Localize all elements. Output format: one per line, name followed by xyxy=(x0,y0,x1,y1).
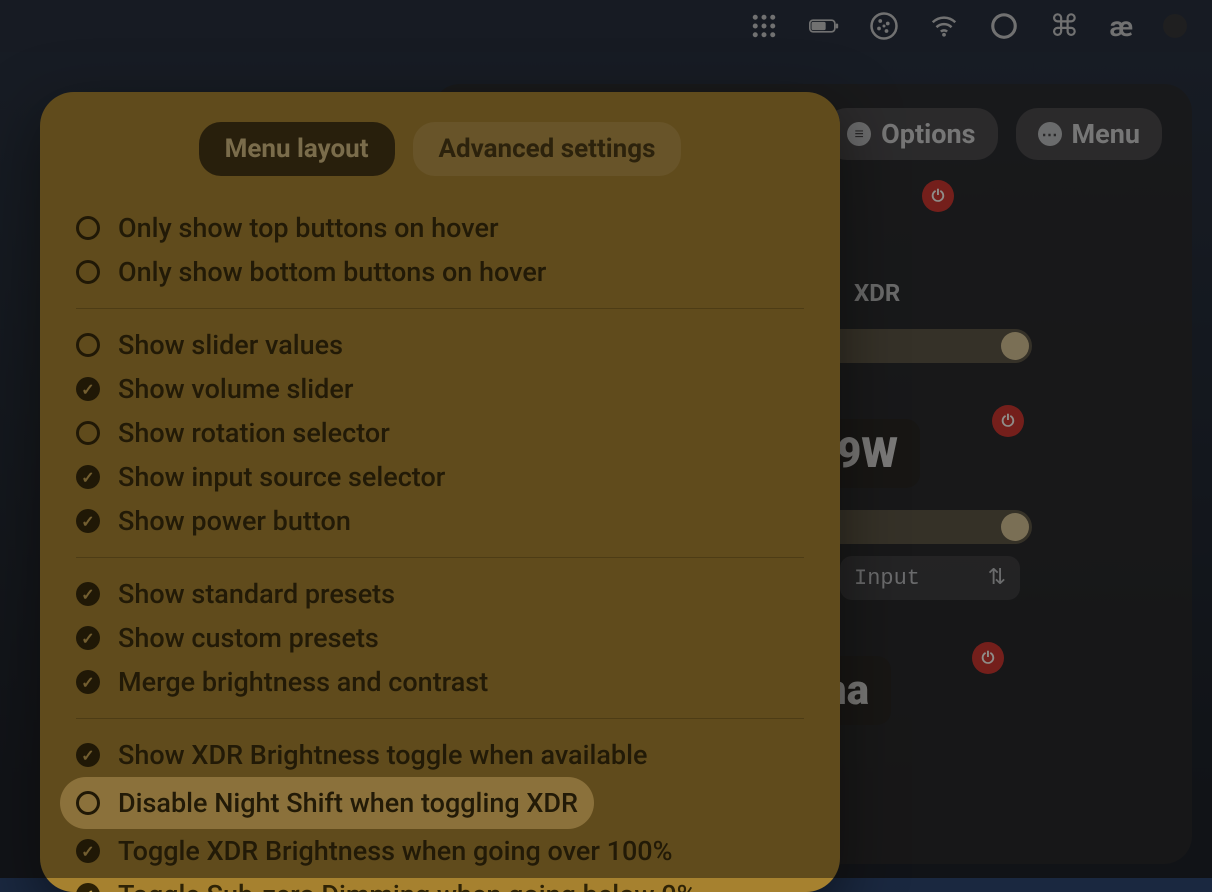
checkbox-off-icon[interactable] xyxy=(76,791,100,815)
option-row[interactable]: ✓ Show custom presets xyxy=(76,616,804,660)
option-label: Disable Night Shift when toggling XDR xyxy=(118,787,578,819)
battery-icon[interactable] xyxy=(809,11,839,41)
menu-button[interactable]: ⋯ Menu xyxy=(1016,108,1162,160)
chevron-updown-icon: ⇅ xyxy=(988,565,1006,591)
checkbox-on-icon[interactable]: ✓ xyxy=(76,670,100,694)
checkbox-on-icon[interactable]: ✓ xyxy=(76,743,100,767)
option-label: Toggle Sub-zero Dimming when going below… xyxy=(118,879,696,892)
input-label: Input xyxy=(854,566,920,591)
option-row[interactable]: ✓ Merge brightness and contrast xyxy=(76,660,804,704)
options-button[interactable]: ≡ Options xyxy=(825,108,997,160)
option-row[interactable]: Show rotation selector xyxy=(76,411,804,455)
avatar-icon[interactable] xyxy=(1163,14,1187,38)
option-label: Merge brightness and contrast xyxy=(118,666,488,698)
menu-label: Menu xyxy=(1072,118,1140,150)
options-label: Options xyxy=(881,118,975,150)
option-row[interactable]: ✓ Show XDR Brightness toggle when availab… xyxy=(76,733,804,777)
option-label: Show input source selector xyxy=(118,461,445,493)
tab-advanced-settings[interactable]: Advanced settings xyxy=(413,122,682,176)
checkbox-on-icon[interactable]: ✓ xyxy=(76,883,100,892)
option-row[interactable]: ✓ Toggle XDR Brightness when going over 1… xyxy=(76,829,804,873)
option-label: Show standard presets xyxy=(118,578,395,610)
option-row[interactable]: ✓ Toggle Sub-zero Dimming when going belo… xyxy=(76,873,804,892)
separator xyxy=(76,718,804,719)
checkbox-on-icon[interactable]: ✓ xyxy=(76,465,100,489)
option-label: Only show top buttons on hover xyxy=(118,212,499,244)
checkbox-off-icon[interactable] xyxy=(76,216,100,240)
wifi-icon[interactable] xyxy=(929,11,959,41)
tab-menu-layout[interactable]: Menu layout xyxy=(199,122,395,176)
option-label: Show power button xyxy=(118,505,351,537)
command-icon[interactable]: ⌘ xyxy=(1049,9,1079,44)
checkbox-on-icon[interactable]: ✓ xyxy=(76,582,100,606)
grid-icon[interactable] xyxy=(749,11,779,41)
power-icon[interactable]: ⏻ xyxy=(972,642,1004,674)
option-label: Only show bottom buttons on hover xyxy=(118,256,546,288)
separator xyxy=(76,557,804,558)
input-source-dropdown[interactable]: Input ⇅ xyxy=(840,556,1020,600)
option-label: Show rotation selector xyxy=(118,417,390,449)
option-row[interactable]: Only show top buttons on hover xyxy=(76,206,804,250)
options-list: Only show top buttons on hover Only show … xyxy=(40,206,840,892)
option-label: Show volume slider xyxy=(118,373,353,405)
checkbox-off-icon[interactable] xyxy=(76,421,100,445)
checkbox-on-icon[interactable]: ✓ xyxy=(76,839,100,863)
option-label: Toggle XDR Brightness when going over 10… xyxy=(118,835,673,867)
ae-icon[interactable]: æ xyxy=(1109,10,1133,43)
checkbox-on-icon[interactable]: ✓ xyxy=(76,377,100,401)
circle-icon[interactable] xyxy=(989,11,1019,41)
menu-icon: ⋯ xyxy=(1038,122,1062,146)
power-icon[interactable]: ⏻ xyxy=(922,180,954,212)
display-sub: XDR xyxy=(854,279,1162,307)
separator xyxy=(76,308,804,309)
option-row[interactable]: ✓ Show power button xyxy=(76,499,804,543)
options-popover: Menu layout Advanced settings Only show … xyxy=(40,92,840,892)
power-icon[interactable]: ⏻ xyxy=(992,405,1024,437)
checkbox-off-icon[interactable] xyxy=(76,260,100,284)
option-row[interactable]: ✓ Show input source selector xyxy=(76,455,804,499)
tab-row: Menu layout Advanced settings xyxy=(40,122,840,176)
option-row[interactable]: ✓ Show standard presets xyxy=(76,572,804,616)
cookie-icon[interactable] xyxy=(869,11,899,41)
option-label: Show custom presets xyxy=(118,622,379,654)
options-icon: ≡ xyxy=(847,122,871,146)
checkbox-off-icon[interactable] xyxy=(76,333,100,357)
option-label: Show slider values xyxy=(118,329,343,361)
option-row[interactable]: Disable Night Shift when toggling XDR xyxy=(60,777,594,829)
option-label: Show XDR Brightness toggle when availabl… xyxy=(118,739,647,771)
option-row[interactable]: Only show bottom buttons on hover xyxy=(76,250,804,294)
option-row[interactable]: Show slider values xyxy=(76,323,804,367)
option-row[interactable]: ✓ Show volume slider xyxy=(76,367,804,411)
menubar: ⌘ æ xyxy=(0,0,1212,52)
checkbox-on-icon[interactable]: ✓ xyxy=(76,626,100,650)
checkbox-on-icon[interactable]: ✓ xyxy=(76,509,100,533)
